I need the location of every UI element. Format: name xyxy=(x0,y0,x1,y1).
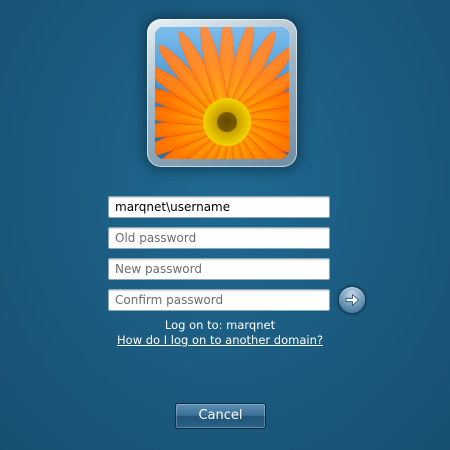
submit-button[interactable] xyxy=(338,286,366,314)
flower-picture xyxy=(155,27,289,159)
new-password-field[interactable] xyxy=(108,258,330,280)
user-avatar xyxy=(147,19,297,167)
cancel-button[interactable]: Cancel xyxy=(175,403,266,429)
gerbera-flower-icon xyxy=(155,27,289,159)
logon-domain-text: Log on to: marqnet xyxy=(164,318,276,332)
username-field[interactable] xyxy=(108,196,330,218)
other-domain-link[interactable]: How do I log on to another domain? xyxy=(117,333,323,347)
logon-screen: Log on to: marqnet How do I log on to an… xyxy=(0,0,450,450)
confirm-password-field[interactable] xyxy=(108,289,330,311)
old-password-field[interactable] xyxy=(108,227,330,249)
arrow-right-icon xyxy=(345,293,360,307)
